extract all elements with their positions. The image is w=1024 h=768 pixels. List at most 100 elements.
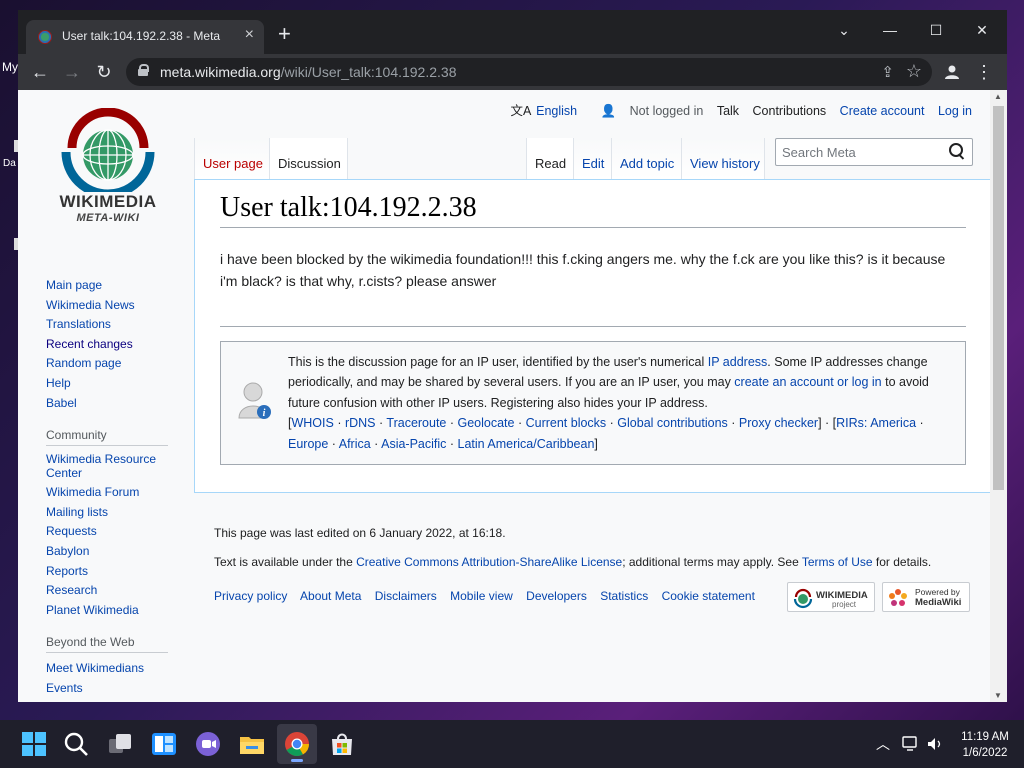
ip-user-notice: i This is the discussion page for an IP …	[220, 341, 966, 465]
tab-add-topic[interactable]: Add topic	[612, 138, 682, 179]
tab-title: User talk:104.192.2.38 - Meta	[62, 29, 221, 43]
tab-close-icon[interactable]: ×	[245, 26, 254, 44]
sidebar-item-forum[interactable]: Wikimedia Forum	[46, 483, 176, 503]
tray-chevron-up-icon[interactable]: ︿	[876, 734, 890, 754]
close-window-button[interactable]: ✕	[962, 16, 1002, 44]
bookmark-star-icon[interactable]: ☆	[906, 61, 922, 82]
wikimedia-logo[interactable]: WIKIMEDIA META-WIKI	[46, 107, 170, 236]
file-explorer-icon[interactable]	[238, 730, 266, 758]
create-account-link[interactable]: Create account	[840, 104, 925, 118]
volume-icon[interactable]	[926, 736, 944, 752]
maximize-button[interactable]: ☐	[916, 16, 956, 44]
widgets-icon[interactable]	[150, 730, 178, 758]
sidebar-item-babylon[interactable]: Babylon	[46, 542, 176, 562]
sidebar-item-translations[interactable]: Translations	[46, 315, 176, 335]
footer-link-statistics[interactable]: Statistics	[600, 589, 648, 603]
scroll-down-arrow-icon[interactable]: ▼	[994, 691, 1002, 700]
desktop-icon-label[interactable]: My	[2, 60, 18, 74]
powered-by-mediawiki-badge[interactable]: Powered by MediaWiki	[882, 582, 970, 612]
tab-discussion[interactable]: Discussion	[270, 138, 348, 179]
sidebar-item-events[interactable]: Events	[46, 679, 176, 699]
contributions-link[interactable]: Contributions	[753, 104, 827, 118]
scroll-up-arrow-icon[interactable]: ▲	[994, 92, 1002, 101]
whois-link[interactable]: WHOIS	[291, 416, 333, 430]
system-clock[interactable]: 11:19 AM 1/6/2022	[952, 729, 1018, 761]
sidebar-item-wikimedia-news[interactable]: Wikimedia News	[46, 296, 176, 316]
menu-kebab-icon[interactable]: ⋮	[974, 60, 994, 84]
desktop-icon-label[interactable]: Da	[3, 158, 16, 169]
wikimedia-favicon-icon	[38, 30, 52, 44]
footer-link-disclaimers[interactable]: Disclaimers	[375, 589, 437, 603]
address-url[interactable]: meta.wikimedia.org/wiki/User_talk:104.19…	[160, 64, 456, 80]
search-icon[interactable]	[949, 143, 965, 159]
terms-of-use-link[interactable]: Terms of Use	[802, 555, 873, 569]
sidebar-item-main-page[interactable]: Main page	[46, 276, 176, 296]
chrome-taskbar-item[interactable]	[277, 724, 317, 764]
tab-edit[interactable]: Edit	[574, 138, 612, 179]
tab-search-button[interactable]: ⌄	[824, 16, 864, 44]
ip-address-link[interactable]: IP address	[708, 355, 768, 369]
task-view-icon[interactable]	[106, 730, 134, 758]
share-icon[interactable]: ⇪	[881, 63, 894, 81]
rir-latin-america-link[interactable]: Latin America/Caribbean	[458, 437, 595, 451]
sidebar-item-recent-changes[interactable]: Recent changes	[46, 335, 176, 355]
rir-europe-link[interactable]: Europe	[288, 437, 328, 451]
sidebar-item-meet-wikimedians[interactable]: Meet Wikimedians	[46, 659, 176, 679]
create-account-or-login-link[interactable]: create an account or log in	[734, 375, 881, 389]
page-scrollbar[interactable]: ▲ ▼	[990, 90, 1007, 702]
sidebar-item-mailing-lists[interactable]: Mailing lists	[46, 503, 176, 523]
new-tab-button[interactable]: +	[278, 23, 291, 45]
traceroute-link[interactable]: Traceroute	[386, 416, 446, 430]
sidebar-item-resource-center[interactable]: Wikimedia Resource Center	[46, 452, 164, 480]
tab-read[interactable]: Read	[526, 138, 574, 179]
footer-link-mobile-view[interactable]: Mobile view	[450, 589, 513, 603]
rir-asia-pacific-link[interactable]: Asia-Pacific	[381, 437, 446, 451]
wikimedia-project-badge[interactable]: WIKIMEDIA project	[787, 582, 875, 612]
start-windows-icon[interactable]	[20, 730, 48, 758]
sidebar-item-babel[interactable]: Babel	[46, 394, 176, 414]
logo-wordmark: WIKIMEDIA	[59, 192, 157, 211]
search-input[interactable]: Search Meta	[775, 138, 973, 166]
store-icon[interactable]	[328, 730, 356, 758]
license-text-part: for details.	[872, 555, 932, 569]
teams-chat-icon[interactable]	[194, 730, 222, 758]
sidebar-item-random-page[interactable]: Random page	[46, 354, 176, 374]
forward-button[interactable]: →	[60, 60, 84, 84]
url-path: /wiki/User_talk:104.192.2.38	[280, 64, 457, 80]
profile-icon[interactable]	[940, 60, 964, 84]
tab-view-history[interactable]: View history	[682, 138, 765, 179]
back-button[interactable]: ←	[28, 60, 52, 84]
tab-user-page[interactable]: User page	[194, 138, 270, 179]
reload-button[interactable]: ↻	[92, 60, 116, 84]
minimize-button[interactable]: —	[870, 16, 910, 44]
network-icon[interactable]	[902, 736, 920, 752]
sidebar-item-planet-wikimedia[interactable]: Planet Wikimedia	[46, 601, 176, 621]
scrollbar-thumb[interactable]	[993, 106, 1004, 490]
address-bar[interactable]: meta.wikimedia.org/wiki/User_talk:104.19…	[126, 58, 932, 86]
current-blocks-link[interactable]: Current blocks	[526, 416, 607, 430]
footer-link-about[interactable]: About Meta	[300, 589, 361, 603]
browser-tab[interactable]: User talk:104.192.2.38 - Meta ×	[26, 20, 264, 54]
rir-america-link[interactable]: RIRs: America	[836, 416, 916, 430]
proxy-checker-link[interactable]: Proxy checker	[739, 416, 818, 430]
footer-link-developers[interactable]: Developers	[526, 589, 587, 603]
log-in-link[interactable]: Log in	[938, 104, 972, 118]
search-icon[interactable]	[62, 730, 90, 758]
sidebar-item-help[interactable]: Help	[46, 374, 176, 394]
talk-message-line: i'm black? is that why, r.cists? please …	[220, 273, 497, 289]
divider	[220, 326, 966, 327]
sidebar-item-research[interactable]: Research	[46, 581, 176, 601]
language-selector[interactable]: 文A English	[500, 104, 577, 118]
global-contributions-link[interactable]: Global contributions	[617, 416, 727, 430]
rdns-link[interactable]: rDNS	[345, 416, 376, 430]
footer-link-privacy[interactable]: Privacy policy	[214, 589, 287, 603]
sidebar-item-requests[interactable]: Requests	[46, 522, 176, 542]
lock-icon[interactable]	[138, 64, 149, 76]
geolocate-link[interactable]: Geolocate	[458, 416, 515, 430]
rir-africa-link[interactable]: Africa	[339, 437, 371, 451]
license-link[interactable]: Creative Commons Attribution-ShareAlike …	[356, 555, 622, 569]
footer-link-cookie-statement[interactable]: Cookie statement	[662, 589, 755, 603]
talk-link[interactable]: Talk	[717, 104, 739, 118]
sidebar-item-reports[interactable]: Reports	[46, 562, 176, 582]
translate-icon: 文A	[510, 104, 531, 118]
